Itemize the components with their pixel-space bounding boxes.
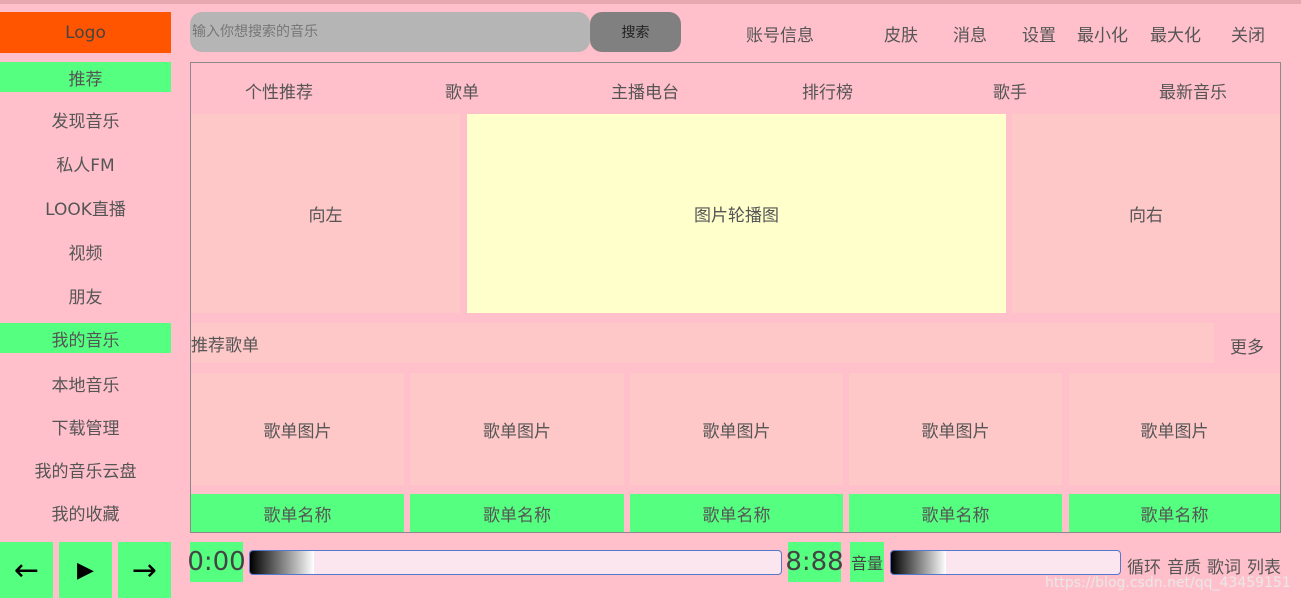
more-link[interactable]: 更多 [1230,333,1264,358]
playlist-name[interactable]: 歌单名称 [1069,494,1280,532]
carousel-left-button[interactable]: 向左 [191,114,460,313]
play-button[interactable]: ▶ [59,542,112,598]
window-top-strip [0,0,1301,4]
messages-link[interactable]: 消息 [953,20,987,46]
tab-playlists[interactable]: 歌单 [445,78,479,103]
arrow-right-icon: → [131,552,158,588]
playback-progress-bar[interactable] [249,550,782,575]
sidebar-item-recommend[interactable]: 推荐 [0,62,171,92]
progress-fill [250,551,314,574]
sidebar-item-friends[interactable]: 朋友 [0,282,171,308]
current-time: 0:00 [187,542,246,582]
tab-artists[interactable]: 歌手 [993,78,1027,103]
skin-link[interactable]: 皮肤 [884,20,918,46]
sidebar-item-music-cloud[interactable]: 我的音乐云盘 [0,456,171,482]
sidebar-item-my-music[interactable]: 我的音乐 [0,323,171,353]
playlist-name[interactable]: 歌单名称 [191,494,404,532]
maximize-button[interactable]: 最大化 [1150,20,1201,46]
playlist-name[interactable]: 歌单名称 [410,494,624,532]
tab-radio[interactable]: 主播电台 [611,78,679,103]
playlist-image[interactable]: 歌单图片 [1069,373,1280,485]
sidebar-item-favorites[interactable]: 我的收藏 [0,499,171,525]
playlist-image[interactable]: 歌单图片 [630,373,843,485]
volume-label: 音量 [850,542,884,582]
sidebar-item-video[interactable]: 视频 [0,238,171,264]
close-button[interactable]: 关闭 [1231,20,1265,46]
settings-link[interactable]: 设置 [1022,20,1056,46]
arrow-left-icon: ← [13,552,40,588]
recommended-playlists-heading: 推荐歌单 [191,323,1214,363]
tab-new-music[interactable]: 最新音乐 [1159,78,1227,103]
sidebar-item-discover-music[interactable]: 发现音乐 [0,106,171,132]
playlist-image[interactable]: 歌单图片 [191,373,404,485]
search-input[interactable] [190,12,590,52]
next-track-button[interactable]: → [118,542,171,598]
playlist-image[interactable]: 歌单图片 [849,373,1062,485]
sidebar-item-private-fm[interactable]: 私人FM [0,150,171,176]
account-info-link[interactable]: 账号信息 [746,20,814,46]
carousel-banner[interactable]: 图片轮播图 [467,114,1006,313]
volume-fill [891,551,946,574]
volume-slider[interactable] [890,550,1121,575]
carousel-right-button[interactable]: 向右 [1012,114,1280,313]
search-button[interactable]: 搜索 [590,12,681,52]
sidebar-item-download-manager[interactable]: 下载管理 [0,413,171,439]
playlist-image[interactable]: 歌单图片 [410,373,624,485]
minimize-button[interactable]: 最小化 [1077,20,1128,46]
app-logo: Logo [0,12,171,53]
play-icon: ▶ [77,557,94,583]
sidebar-item-local-music[interactable]: 本地音乐 [0,370,171,396]
tab-charts[interactable]: 排行榜 [802,78,853,103]
total-time: 8:88 [785,542,844,582]
playlist-name[interactable]: 歌单名称 [630,494,843,532]
playlist-name[interactable]: 歌单名称 [849,494,1062,532]
tab-personal-recommend[interactable]: 个性推荐 [245,78,313,103]
previous-track-button[interactable]: ← [0,542,53,598]
sidebar-item-look-live[interactable]: LOOK直播 [0,194,171,220]
watermark-text: https://blog.csdn.net/qq_43459151 [1045,575,1291,591]
